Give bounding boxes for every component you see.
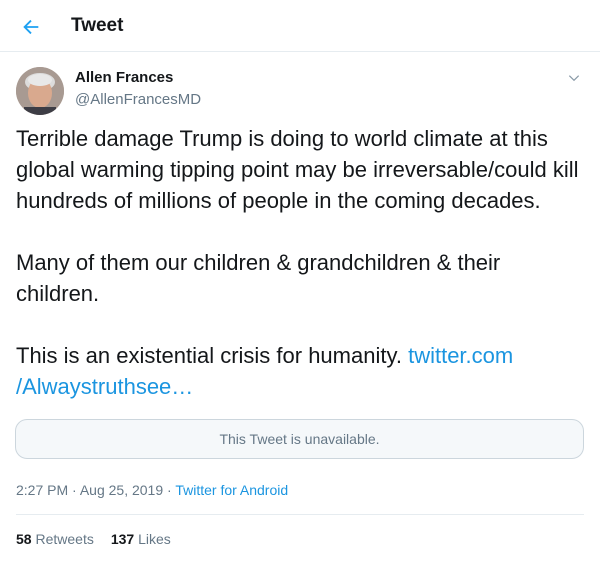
tweet-link-line2: /Alwaystruthsee… — [16, 374, 194, 399]
meta-separator: · — [72, 482, 77, 498]
likes-count: 137 — [110, 531, 135, 547]
tweet-text: Terrible damage Trump is doing to world … — [16, 123, 588, 402]
avatar-image — [16, 67, 64, 115]
divider — [16, 514, 584, 515]
tweet-paragraph: This is an existential crisis for humani… — [16, 340, 588, 402]
retweets-count: 58 — [16, 531, 32, 547]
tweet-time[interactable]: 2:27 PM — [16, 482, 68, 498]
tweet-stats: 58 Retweets 137 Likes — [16, 531, 171, 547]
tweet-link-line1: twitter.com — [408, 343, 514, 368]
meta-separator: · — [167, 482, 172, 498]
tweet-paragraph: Terrible damage Trump is doing to world … — [16, 126, 579, 213]
arrow-left-icon — [23, 19, 39, 35]
tweet-paragraph-text: This is an existential crisis for humani… — [16, 343, 402, 368]
unavailable-text: This Tweet is unavailable. — [219, 431, 380, 447]
likes-label: Likes — [138, 531, 171, 547]
avatar[interactable] — [16, 67, 64, 115]
page-header: Tweet — [0, 0, 600, 52]
tweet-source-link[interactable]: Twitter for Android — [175, 482, 288, 498]
tweet-paragraph: Many of them our children & grandchildre… — [16, 250, 501, 306]
page-title: Tweet — [71, 15, 124, 36]
likes-stat[interactable]: 137 Likes — [111, 531, 171, 547]
tweet-meta: 2:27 PM · Aug 25, 2019 · Twitter for And… — [16, 482, 288, 498]
chevron-down-icon — [568, 75, 580, 82]
back-button[interactable] — [14, 10, 48, 44]
more-options-button[interactable] — [562, 66, 586, 90]
quoted-tweet-unavailable: This Tweet is unavailable. — [15, 419, 584, 459]
retweets-stat[interactable]: 58 Retweets — [16, 531, 94, 547]
tweet-date[interactable]: Aug 25, 2019 — [80, 482, 163, 498]
author-name[interactable]: Allen Frances — [75, 69, 173, 86]
retweets-label: Retweets — [35, 531, 94, 547]
author-handle[interactable]: @AllenFrancesMD — [75, 91, 201, 108]
